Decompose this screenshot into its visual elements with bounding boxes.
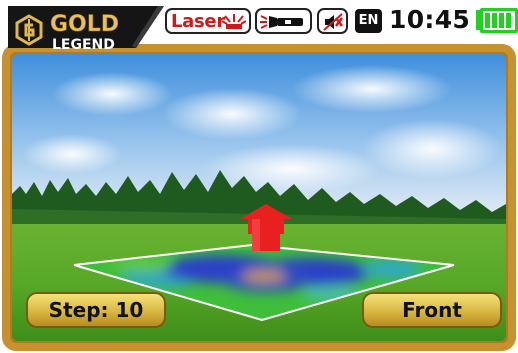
step-button[interactable]: Step: 10 (26, 292, 166, 328)
clock-time: 10:45 (389, 5, 471, 34)
brand-name-top: GOLD (50, 12, 119, 37)
sound-muted-indicator[interactable] (317, 8, 348, 34)
flashlight-icon (260, 15, 303, 29)
language-badge[interactable]: EN (355, 9, 382, 33)
gold-legend-logo: GOLD LEGEND (8, 6, 164, 56)
laser-indicator[interactable]: Laser (165, 8, 251, 34)
speaker-muted-icon (323, 13, 343, 31)
brand-name-bottom: LEGEND (52, 37, 115, 53)
laser-label: Laser (171, 11, 225, 32)
battery-icon (476, 8, 518, 33)
status-bar: GOLD LEGEND Laser EN 10:45 (0, 0, 518, 53)
laser-beam-icon (222, 14, 246, 29)
flashlight-indicator[interactable] (255, 8, 312, 34)
front-view-button[interactable]: Front (362, 292, 502, 328)
